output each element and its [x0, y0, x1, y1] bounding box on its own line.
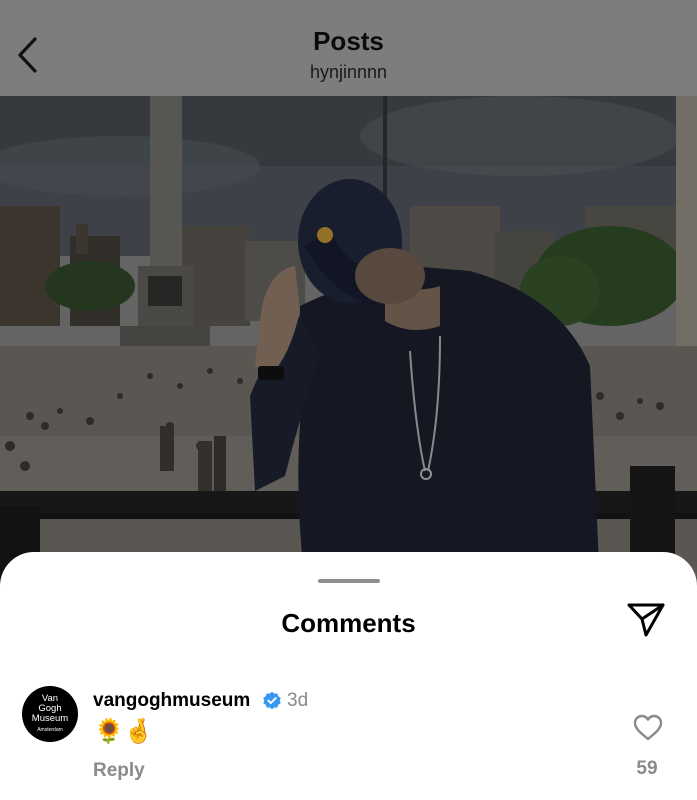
share-button[interactable] [624, 600, 668, 640]
avatar[interactable]: Van Gogh Museum Amsterdam [22, 686, 78, 742]
reply-button[interactable]: Reply [93, 760, 145, 782]
post-author-username[interactable]: hynjinnnn [0, 62, 697, 83]
post-image [0, 96, 697, 586]
send-icon [627, 603, 665, 637]
avatar-text-line: Amsterdam [37, 727, 63, 733]
comments-sheet: Comments Van Gogh Museum Amsterdam vango… [0, 552, 697, 800]
header: Posts hynjinnnn [0, 0, 697, 96]
like-button[interactable] [631, 712, 665, 742]
page-title: Posts [313, 26, 384, 56]
verified-badge-icon [263, 691, 281, 710]
like-count: 59 [636, 758, 658, 779]
comments-title: Comments [281, 608, 416, 638]
heart-outline-icon [633, 714, 663, 740]
comment-username[interactable]: vangoghmuseum [93, 690, 250, 712]
comment-text: 🌻🤞 [94, 717, 154, 745]
avatar-text-line: Museum [31, 713, 69, 724]
comment-time: 3d [287, 690, 309, 711]
sheet-grabber[interactable] [318, 579, 380, 583]
post-photo [0, 96, 697, 586]
